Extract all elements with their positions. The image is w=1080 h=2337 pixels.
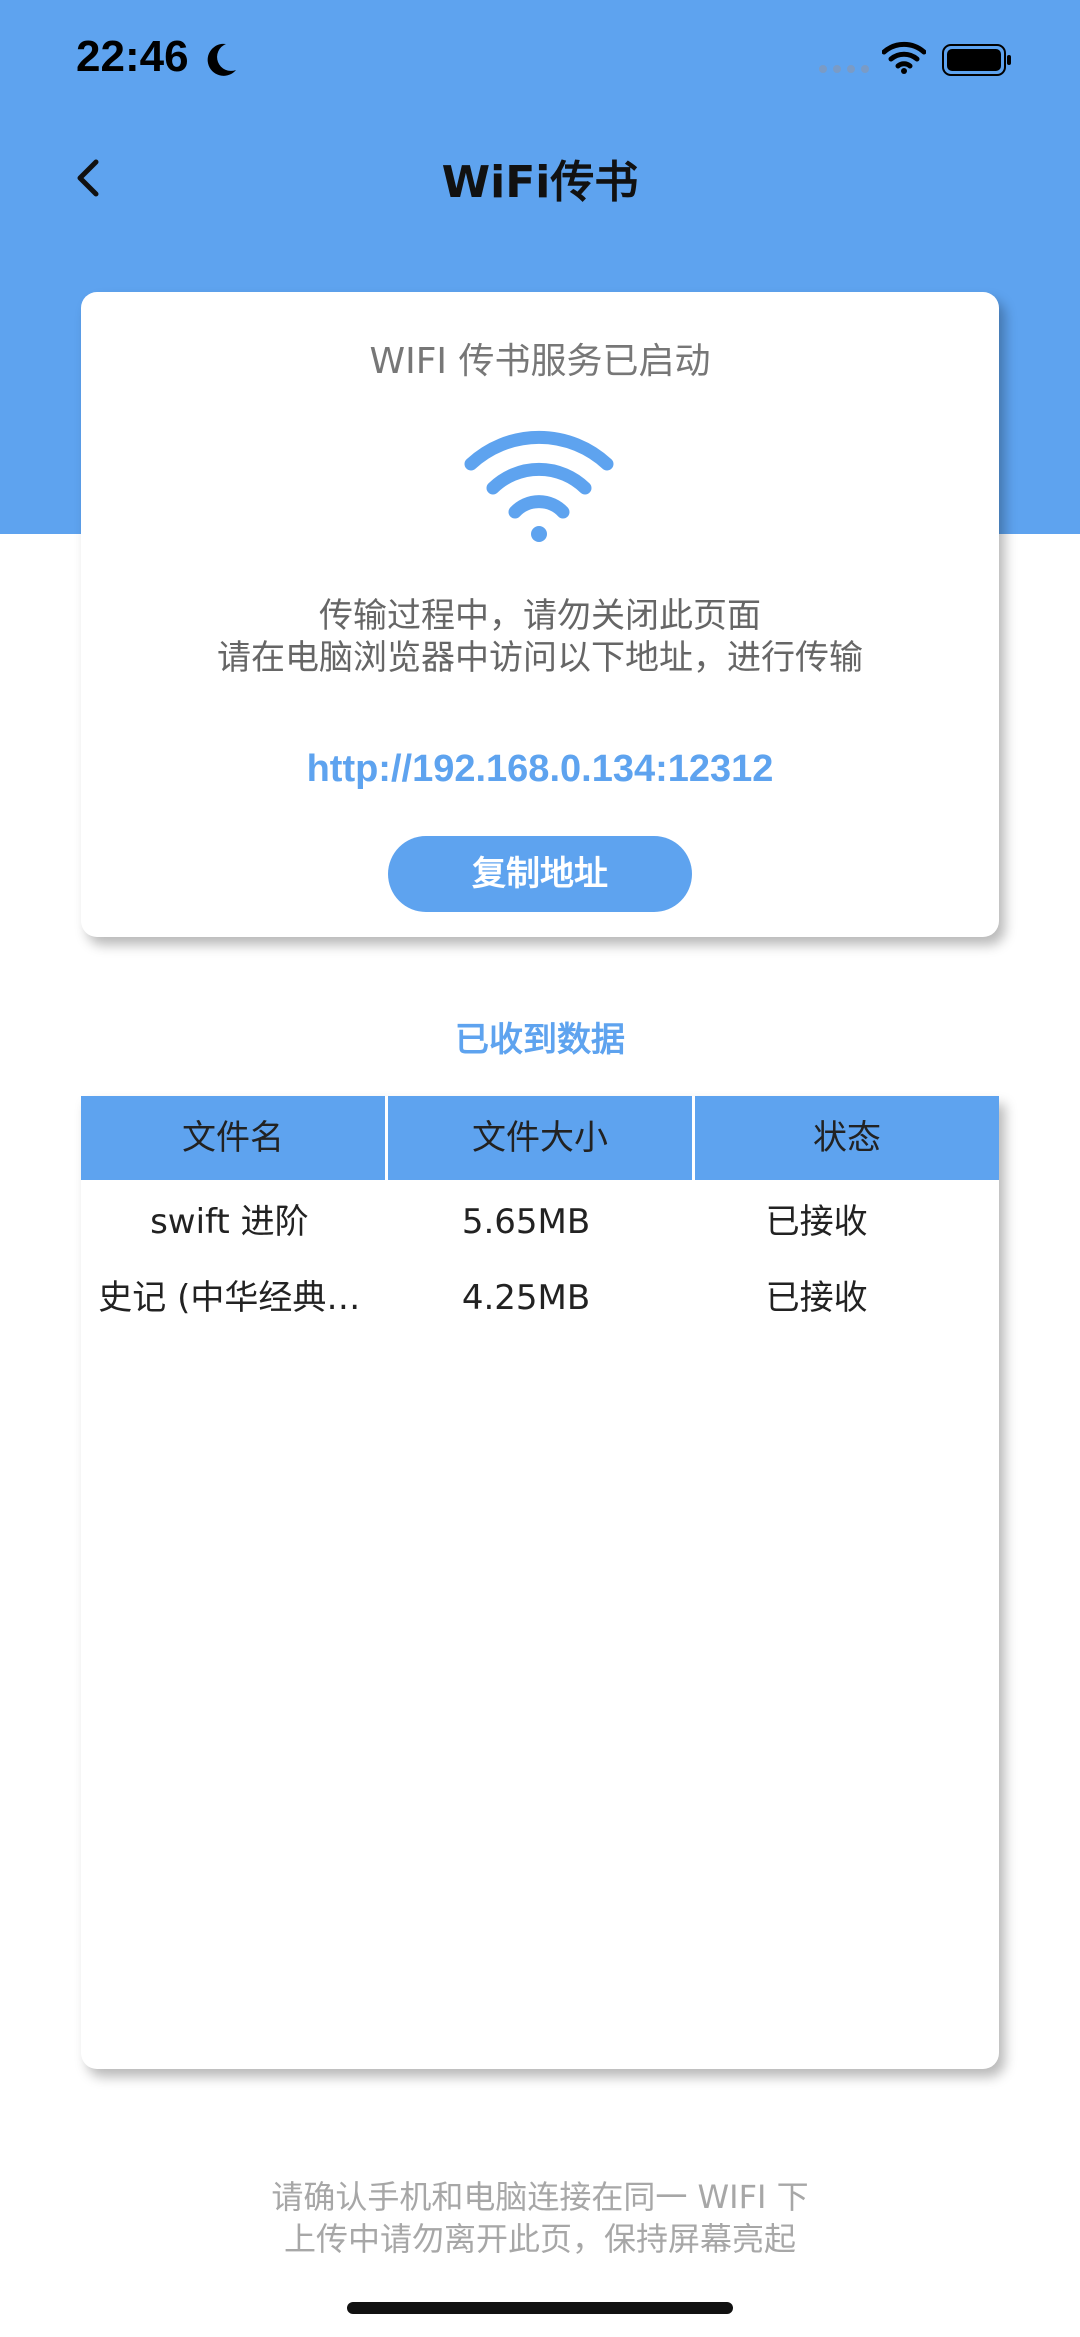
received-files-table: 文件名 文件大小 状态 swift 进阶 5.65MB 已接收 史记 (中华经典… bbox=[81, 1096, 999, 2069]
battery-icon bbox=[942, 44, 1011, 76]
table-row[interactable]: 史记 (中华经典… 4.25MB 已接收 bbox=[81, 1260, 999, 1336]
table-row[interactable]: swift 进阶 5.65MB 已接收 bbox=[81, 1184, 999, 1260]
received-data-title: 已收到数据 bbox=[455, 1020, 625, 1060]
file-size-cell: 4.25MB bbox=[461, 1278, 591, 1318]
footer-hint-line-2: 上传中请勿离开此页，保持屏幕亮起 bbox=[283, 2220, 796, 2258]
wifi-service-card: WIFI 传书服务已启动 传输过程中，请勿关闭此页面 请在电脑浏览器中访问以下地… bbox=[81, 292, 999, 937]
hint-line-2: 请在电脑浏览器中访问以下地址，进行传输 bbox=[217, 638, 863, 678]
file-size-cell: 5.65MB bbox=[461, 1202, 591, 1242]
page-title: WiFi传书 bbox=[441, 157, 639, 208]
file-name-cell: swift 进阶 bbox=[150, 1202, 309, 1242]
footer-hint-line-1: 请确认手机和电脑连接在同一 WIFI 下 bbox=[271, 2178, 809, 2216]
home-indicator[interactable] bbox=[347, 2302, 733, 2314]
wifi-icon bbox=[882, 41, 926, 74]
status-bar: 22:46 bbox=[0, 0, 1080, 120]
file-status-cell: 已接收 bbox=[765, 1202, 868, 1242]
file-status-cell: 已接收 bbox=[765, 1278, 868, 1318]
status-time: 22:46 bbox=[76, 32, 189, 81]
wifi-icon bbox=[464, 430, 614, 542]
column-header-filesize: 文件大小 bbox=[388, 1096, 695, 1180]
column-header-filename: 文件名 bbox=[81, 1096, 388, 1180]
moon-icon bbox=[207, 43, 236, 76]
column-header-status: 状态 bbox=[813, 1118, 881, 1158]
table-header: 文件名 文件大小 状态 bbox=[81, 1096, 999, 1180]
signal-dots-icon bbox=[819, 65, 869, 73]
service-status-title: WIFI 传书服务已启动 bbox=[369, 341, 711, 382]
file-name-cell: 史记 (中华经典… bbox=[98, 1278, 361, 1318]
copy-address-button[interactable]: 复制地址 bbox=[388, 836, 692, 912]
transfer-url[interactable]: http://192.168.0.134:12312 bbox=[81, 748, 999, 791]
